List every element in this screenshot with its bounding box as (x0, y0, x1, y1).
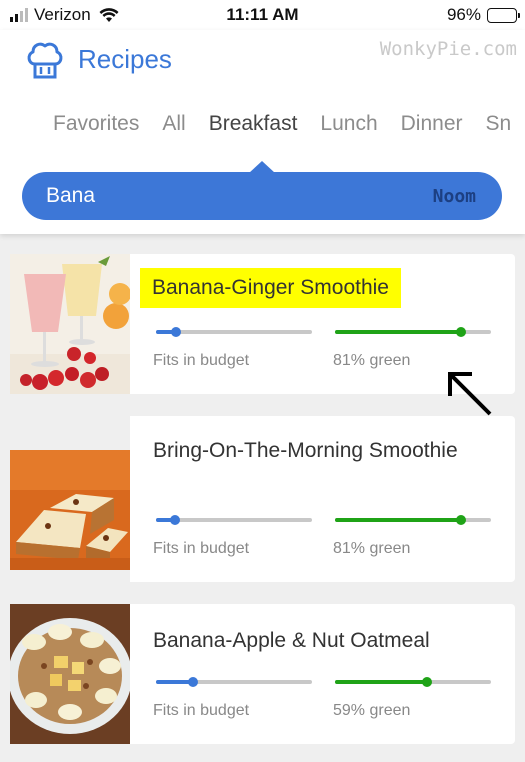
recipe-title: Banana-Ginger Smoothie (140, 268, 401, 308)
budget-label: Fits in budget (153, 352, 250, 369)
green-percent-label: 81% green (333, 540, 411, 557)
green-bar (335, 327, 491, 337)
budget-label: Fits in budget (153, 540, 250, 557)
green-bar-knob (422, 677, 433, 687)
budget-bar (156, 515, 312, 525)
budget-bar (156, 327, 312, 337)
green-bar-knob (456, 515, 467, 525)
recipe-image-smoothie (10, 254, 130, 394)
tab-lunch[interactable]: Lunch (320, 112, 377, 136)
category-tabs: Favorites All Breakfast Lunch Dinner Sn (53, 112, 511, 136)
app-title: Recipes (78, 44, 172, 74)
budget-label: Fits in budget (153, 702, 250, 719)
status-bar: Verizon 11:11 AM 96% (0, 0, 525, 30)
tab-dinner[interactable]: Dinner (401, 112, 463, 136)
search-input[interactable]: Bana Noom (22, 161, 502, 220)
green-bar-knob (456, 327, 467, 337)
noom-logo: Noom (432, 186, 476, 207)
recipe-card[interactable]: Banana-Apple & Nut Oatmeal Fits in budge… (10, 604, 515, 744)
recipe-details: Bring-On-The-Morning Smoothie Fits in bu… (130, 416, 515, 582)
green-bar-fill (335, 680, 428, 684)
battery-percent: 96% (446, 5, 481, 24)
budget-bar (156, 677, 312, 687)
tab-snacks[interactable]: Sn (486, 112, 512, 136)
green-percent-label: 81% green (333, 352, 411, 369)
green-bar-fill (335, 330, 462, 334)
recipe-title: Bring-On-The-Morning Smoothie (153, 439, 458, 462)
recipe-title: Banana-Apple & Nut Oatmeal (153, 629, 430, 652)
active-tab-pointer (249, 161, 275, 173)
recipe-card[interactable]: Banana-Ginger Smoothie Fits in budget 81… (10, 254, 515, 394)
tab-all[interactable]: All (162, 112, 185, 136)
green-bar (335, 515, 491, 525)
budget-bar-knob (169, 515, 180, 525)
arrow-annotation-icon (448, 372, 492, 416)
search-value: Bana (46, 184, 96, 207)
green-percent-label: 59% green (333, 702, 411, 719)
green-bar-fill (335, 518, 462, 522)
budget-bar-knob (188, 677, 199, 687)
app-header: Recipes WonkyPie.com Favorites All Break… (0, 30, 525, 234)
chef-hat-icon[interactable] (26, 41, 64, 81)
watermark: WonkyPie.com (379, 38, 517, 60)
recipe-image-cake (10, 450, 130, 570)
tab-breakfast[interactable]: Breakfast (209, 112, 298, 136)
battery-icon (487, 7, 520, 23)
budget-bar-knob (171, 327, 182, 337)
recipe-details: Banana-Apple & Nut Oatmeal Fits in budge… (130, 604, 515, 744)
recipe-card[interactable]: Bring-On-The-Morning Smoothie Fits in bu… (10, 416, 515, 582)
recipe-image-oatmeal (10, 604, 130, 744)
battery-status: 96% (446, 5, 520, 25)
green-bar (335, 677, 491, 687)
tab-favorites[interactable]: Favorites (53, 112, 139, 136)
